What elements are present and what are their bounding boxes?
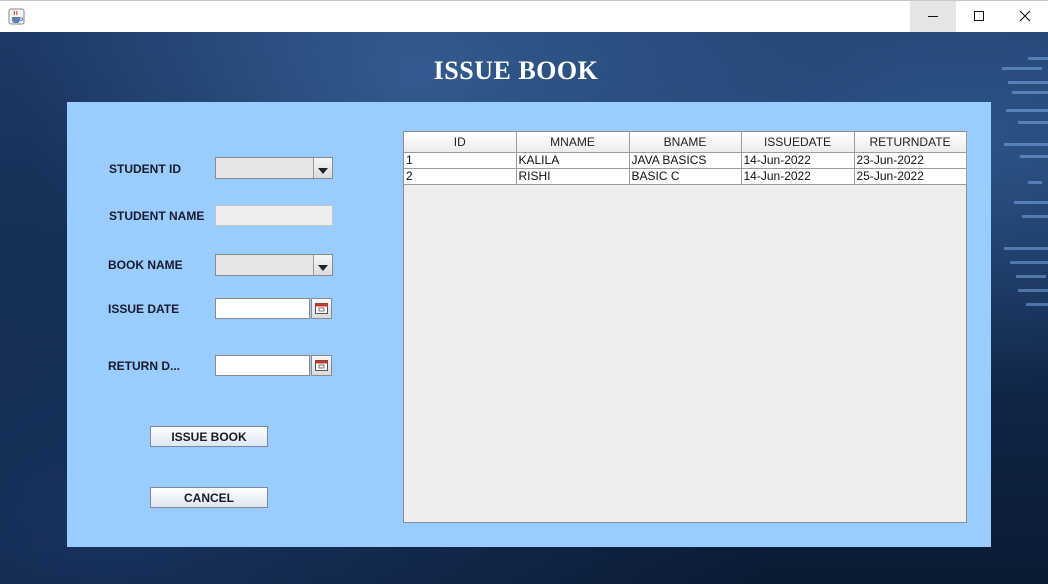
maximize-button[interactable] [956, 1, 1002, 32]
calendar-icon [315, 356, 328, 375]
column-header-mname[interactable]: MNAME [516, 132, 630, 153]
student-id-dropdown-arrow[interactable] [313, 158, 332, 178]
column-header-id[interactable]: ID [404, 132, 517, 153]
table-header-row: ID MNAME BNAME ISSUEDATE RETURNDATE [404, 132, 967, 153]
issued-books-table[interactable]: ID MNAME BNAME ISSUEDATE RETURNDATE 1 KA… [403, 131, 967, 523]
student-id-select[interactable] [215, 157, 333, 179]
issue-date-picker-button[interactable] [311, 298, 332, 319]
table-cell-id: 2 [404, 168, 517, 185]
chevron-down-icon [318, 159, 328, 178]
close-icon [1019, 7, 1031, 26]
table-cell-mname: RISHI [516, 168, 630, 185]
table-row[interactable]: 1 KALILA JAVA BASICS 14-Jun-2022 23-Jun-… [404, 152, 967, 169]
book-name-label: BOOK NAME [108, 258, 183, 272]
issue-date-label: ISSUE DATE [108, 302, 180, 316]
table-cell-bname: JAVA BASICS [629, 152, 742, 169]
cancel-button[interactable]: CANCEL [150, 487, 268, 508]
column-header-bname[interactable]: BNAME [629, 132, 742, 153]
chevron-down-icon [318, 256, 328, 275]
student-name-field[interactable] [215, 205, 333, 226]
table-cell-issuedate: 14-Jun-2022 [741, 152, 855, 169]
calendar-icon [315, 299, 328, 318]
table-cell-id: 1 [404, 152, 517, 169]
table-cell-mname: KALILA [516, 152, 630, 169]
return-date-label: RETURN D... [108, 359, 180, 373]
java-cup-icon [8, 8, 25, 25]
background-code-decoration [990, 40, 1048, 310]
issued-books-grid: ID MNAME BNAME ISSUEDATE RETURNDATE 1 KA… [404, 132, 967, 185]
student-id-label: STUDENT ID [109, 162, 181, 176]
table-cell-bname: BASIC C [629, 168, 742, 185]
close-button[interactable] [1002, 1, 1048, 32]
column-header-issuedate[interactable]: ISSUEDATE [741, 132, 855, 153]
return-date-picker-button[interactable] [311, 355, 332, 376]
table-cell-returndate: 25-Jun-2022 [854, 168, 967, 185]
issue-date-field[interactable] [215, 298, 310, 319]
minimize-button[interactable] [910, 1, 956, 32]
return-date-field[interactable] [215, 355, 310, 376]
maximize-icon [973, 7, 985, 26]
minimize-icon [927, 7, 939, 26]
window-titlebar [0, 0, 1048, 32]
student-name-label: STUDENT NAME [109, 209, 205, 223]
book-name-dropdown-arrow[interactable] [313, 255, 332, 275]
table-cell-returndate: 23-Jun-2022 [854, 152, 967, 169]
table-cell-issuedate: 14-Jun-2022 [741, 168, 855, 185]
table-row[interactable]: 2 RISHI BASIC C 14-Jun-2022 25-Jun-2022 [404, 168, 967, 185]
column-header-returndate[interactable]: RETURNDATE [854, 132, 967, 153]
issue-book-button[interactable]: ISSUE BOOK [150, 426, 268, 447]
book-name-select[interactable] [215, 254, 333, 276]
page-title: ISSUE BOOK [433, 56, 599, 85]
